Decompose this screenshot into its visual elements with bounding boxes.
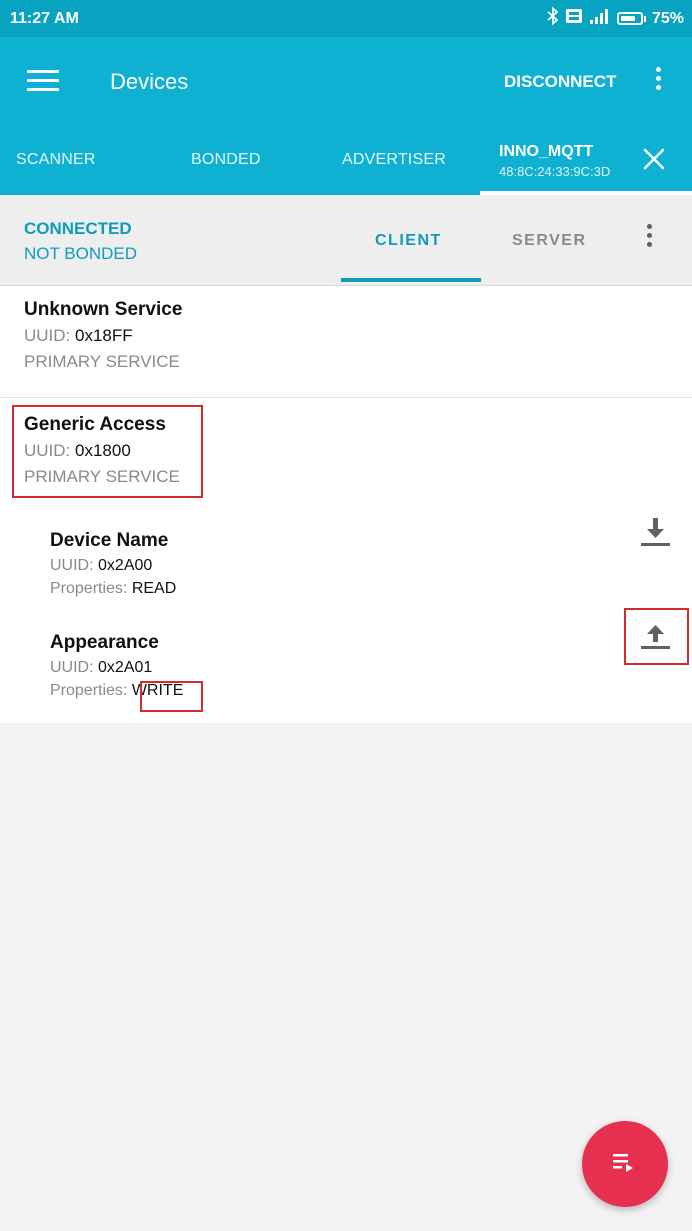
tab-bonded[interactable]: BONDED	[191, 151, 261, 169]
service-type: PRIMARY SERVICE	[24, 352, 180, 371]
playlist-play-button[interactable]	[582, 1121, 668, 1207]
bond-state: NOT BONDED	[24, 244, 138, 263]
characteristic-item[interactable]: Appearance UUID: 0x2A01 Properties: WRIT…	[50, 632, 183, 700]
connection-bar: CONNECTED NOT BONDED CLIENT SERVER	[0, 195, 692, 286]
tab-advertiser[interactable]: ADVERTISER	[342, 151, 446, 169]
battery-percent: 75%	[651, 9, 684, 27]
service-item[interactable]: Generic Access UUID: 0x1800 PRIMARY SERV…	[0, 398, 692, 508]
tab-device-inno-mqtt[interactable]: INNO_MQTT 48:8C:24:33:9C:3D	[480, 143, 692, 195]
app-title: Devices	[110, 69, 189, 94]
status-bar: 11:27 AM 75%	[0, 0, 692, 37]
app-bar: Devices DISCONNECT SCANNER BONDED ADVERT…	[0, 37, 692, 195]
more-vert-icon[interactable]	[650, 67, 666, 97]
service-uuid: UUID: 0x1800	[24, 441, 131, 460]
service-title: Unknown Service	[24, 299, 183, 320]
volte-icon	[565, 8, 583, 29]
characteristic-properties: Properties: WRITE	[50, 682, 184, 699]
signal-icon	[589, 8, 611, 29]
hamburger-menu-icon[interactable]	[27, 70, 59, 92]
status-icons: 75%	[547, 6, 692, 30]
disconnect-button[interactable]: DISCONNECT	[504, 72, 616, 92]
tab-server[interactable]: SERVER	[512, 232, 587, 250]
tab-device-address: 48:8C:24:33:9C:3D	[499, 164, 611, 179]
characteristic-uuid: UUID: 0x2A01	[50, 659, 153, 676]
service-type: PRIMARY SERVICE	[24, 467, 180, 486]
bluetooth-icon	[547, 6, 559, 30]
upload-icon[interactable]	[635, 615, 675, 655]
characteristic-title: Appearance	[50, 632, 159, 653]
subtab-active-indicator	[341, 278, 481, 282]
status-time: 11:27 AM	[10, 9, 79, 27]
connection-state: CONNECTED	[24, 219, 132, 238]
characteristic-item[interactable]: Device Name UUID: 0x2A00 Properties: REA…	[50, 530, 176, 598]
service-title: Generic Access	[24, 414, 166, 435]
service-uuid: UUID: 0x18FF	[24, 326, 133, 345]
tab-device-name: INNO_MQTT	[499, 143, 594, 160]
characteristic-properties: Properties: READ	[50, 580, 177, 597]
playlist-play-icon	[612, 1151, 638, 1178]
characteristic-title: Device Name	[50, 530, 169, 551]
service-item[interactable]: Unknown Service UUID: 0x18FF PRIMARY SER…	[0, 286, 692, 397]
battery-icon	[616, 12, 646, 25]
characteristic-uuid: UUID: 0x2A00	[50, 557, 153, 574]
close-icon[interactable]	[643, 148, 665, 170]
more-vert-icon[interactable]	[641, 224, 657, 254]
tab-scanner[interactable]: SCANNER	[16, 151, 96, 169]
tab-client[interactable]: CLIENT	[375, 232, 442, 250]
services-list: Unknown Service UUID: 0x18FF PRIMARY SER…	[0, 286, 692, 723]
download-icon[interactable]	[635, 512, 675, 552]
